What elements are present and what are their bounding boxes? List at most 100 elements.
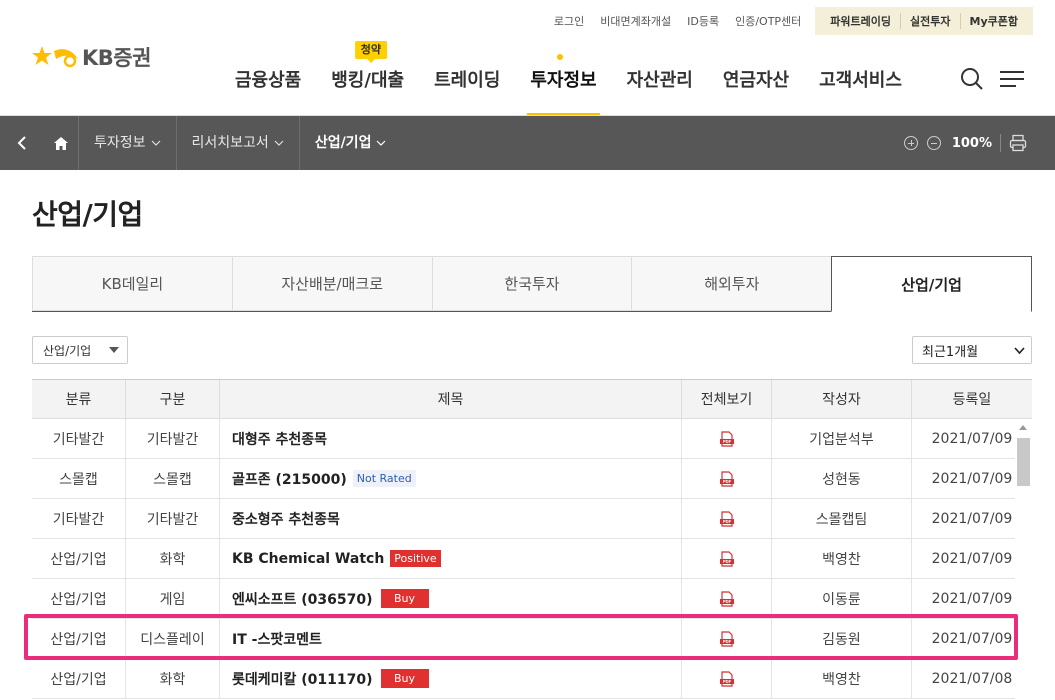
cell-date: 2021/07/09 — [931, 510, 1013, 527]
utility-box: 파워트레이딩 실전투자 My쿠폰함 — [815, 7, 1033, 35]
cell-title[interactable]: 대형주 추천종목 — [220, 419, 682, 458]
chevron-left-icon — [17, 136, 26, 150]
cell-title[interactable]: 롯데케미칼 (011170) Buy — [220, 659, 682, 698]
rating-badge: Buy — [380, 669, 429, 688]
report-title-link[interactable]: 골프존 (215000) — [232, 469, 347, 489]
report-title-link[interactable]: 롯데케미칼 (011170) — [232, 669, 373, 689]
nav-item-trading[interactable]: 트레이딩 — [419, 60, 515, 116]
nav-label: 연금자산 — [722, 70, 790, 91]
menu-icon[interactable] — [999, 66, 1025, 92]
nav-label: 고객서비스 — [819, 70, 902, 91]
cell-category: 스몰캡 — [32, 459, 126, 498]
rating-badge: Buy — [380, 589, 429, 608]
scrollbar-thumb[interactable] — [1017, 438, 1030, 486]
table-row[interactable]: 스몰캡 스몰캡 골프존 (215000) Not Rated PDF 성현동 2… — [32, 459, 1032, 499]
chevron-down-icon — [1014, 347, 1025, 355]
report-title-link[interactable]: 엔씨소프트 (036570) — [232, 589, 373, 609]
page-title: 산업/기업 — [32, 198, 143, 231]
zoom-in-icon[interactable] — [903, 136, 918, 150]
kb-logo[interactable]: KB증권 — [32, 42, 151, 72]
power-trading-link[interactable]: 파워트레이딩 — [821, 13, 902, 29]
scroll-up-icon[interactable] — [1019, 425, 1027, 430]
open-account-link[interactable]: 비대면계좌개설 — [600, 13, 671, 29]
tab-korea-investment[interactable]: 한국투자 — [431, 256, 632, 311]
table-scrollbar[interactable] — [1015, 420, 1032, 700]
nav-item-banking[interactable]: 청약 뱅킹/대출 — [316, 41, 419, 116]
cell-category: 산업/기업 — [32, 619, 126, 658]
pdf-icon[interactable]: PDF — [719, 430, 735, 447]
chevron-down-icon — [151, 140, 160, 146]
cell-pdf: PDF — [682, 459, 772, 498]
cell-date: 2021/07/08 — [931, 670, 1013, 687]
chevron-down-icon — [377, 140, 386, 146]
header-author: 작성자 — [772, 380, 912, 418]
breadcrumb-industry-company[interactable]: 산업/기업 — [300, 116, 402, 170]
table-row[interactable]: 산업/기업 디스플레이 IT -스팟코멘트 PDF 김동원 2021/07/09 — [32, 619, 1032, 659]
cell-title[interactable]: 엔씨소프트 (036570) Buy — [220, 579, 682, 618]
cell-subcategory: 화학 — [126, 659, 220, 698]
nav-label: 투자정보 — [530, 70, 597, 91]
nav-item-pension[interactable]: 연금자산 — [708, 60, 804, 116]
search-icon[interactable] — [959, 66, 985, 92]
logo-text: KB증권 — [82, 46, 151, 70]
cell-title[interactable]: 중소형주 추천종목 — [220, 499, 682, 538]
cell-title[interactable]: 골프존 (215000) Not Rated — [220, 459, 682, 498]
table-body: 기타발간 기타발간 대형주 추천종목 PDF 기업분석부 2021/07/09 … — [32, 419, 1032, 699]
nav-item-customer-service[interactable]: 고객서비스 — [804, 60, 917, 116]
cell-subcategory: 디스플레이 — [126, 619, 220, 658]
pdf-icon[interactable]: PDF — [719, 670, 735, 687]
breadcrumb-bar: 투자정보 리서치보고서 산업/기업 100% — [0, 116, 1055, 170]
back-button[interactable] — [0, 116, 44, 170]
pdf-icon[interactable]: PDF — [719, 550, 735, 567]
print-icon[interactable] — [1009, 134, 1027, 152]
breadcrumb-label: 산업/기업 — [314, 135, 372, 151]
home-button[interactable] — [44, 116, 78, 170]
cell-author: 기업분석부 — [772, 419, 912, 458]
cell-author: 백영찬 — [772, 659, 912, 698]
cell-title[interactable]: KB Chemical Watch Positive — [220, 539, 682, 578]
cell-title[interactable]: IT -스팟코멘트 — [220, 619, 682, 658]
pdf-icon[interactable]: PDF — [719, 630, 735, 647]
cell-category: 산업/기업 — [32, 659, 126, 698]
zoom-level: 100% — [951, 135, 992, 151]
nav-label: 자산관리 — [626, 70, 693, 91]
cell-author: 스몰캡팀 — [772, 499, 912, 538]
table-row[interactable]: 기타발간 기타발간 대형주 추천종목 PDF 기업분석부 2021/07/09 — [32, 419, 1032, 459]
breadcrumb-investment-info[interactable]: 투자정보 — [79, 116, 176, 170]
cell-date: 2021/07/09 — [931, 550, 1013, 567]
tab-kb-daily[interactable]: KB데일리 — [32, 256, 232, 311]
table-row[interactable]: 산업/기업 게임 엔씨소프트 (036570) Buy PDF 이동륜 2021… — [32, 579, 1032, 619]
breadcrumb-label: 리서치보고서 — [191, 135, 269, 151]
nav-item-products[interactable]: 금융상품 — [220, 60, 316, 116]
id-register-link[interactable]: ID등록 — [687, 13, 719, 29]
nav-item-investment-info[interactable]: 투자정보 — [515, 54, 611, 116]
tab-asset-allocation-macro[interactable]: 자산배분/매크로 — [231, 256, 432, 311]
zoom-out-icon[interactable] — [926, 136, 941, 150]
cert-otp-link[interactable]: 인증/OTP센터 — [735, 13, 801, 29]
breadcrumb-research-reports[interactable]: 리서치보고서 — [177, 116, 299, 170]
table-row[interactable]: 산업/기업 화학 KB Chemical Watch Positive PDF … — [32, 539, 1032, 579]
category-select[interactable]: 산업/기업 — [32, 336, 128, 364]
report-title-link[interactable]: 중소형주 추천종목 — [232, 509, 340, 529]
report-title-link[interactable]: 대형주 추천종목 — [232, 429, 327, 449]
category-select-value: 산업/기업 — [43, 343, 92, 358]
real-trading-link[interactable]: 실전투자 — [901, 13, 961, 29]
cell-date: 2021/07/09 — [931, 430, 1013, 447]
table-row[interactable]: 산업/기업 화학 롯데케미칼 (011170) Buy PDF 백영찬 2021… — [32, 659, 1032, 699]
my-coupon-link[interactable]: My쿠폰함 — [961, 13, 1027, 29]
report-title-link[interactable]: IT -스팟코멘트 — [232, 629, 322, 649]
pdf-icon[interactable]: PDF — [719, 470, 735, 487]
tab-overseas-investment[interactable]: 해외투자 — [631, 256, 832, 311]
cell-date: 2021/07/09 — [931, 590, 1013, 607]
table-row[interactable]: 기타발간 기타발간 중소형주 추천종목 PDF 스몰캡팀 2021/07/09 — [32, 499, 1032, 539]
login-link[interactable]: 로그인 — [554, 13, 584, 29]
period-select[interactable]: 최근1개월 — [912, 336, 1032, 364]
cell-subcategory: 게임 — [126, 579, 220, 618]
pdf-icon[interactable]: PDF — [719, 590, 735, 607]
cell-author: 이동륜 — [772, 579, 912, 618]
nav-item-asset-mgmt[interactable]: 자산관리 — [612, 60, 708, 116]
tab-industry-company[interactable]: 산업/기업 — [831, 256, 1032, 312]
period-select-value: 최근1개월 — [922, 344, 979, 360]
report-title-link[interactable]: KB Chemical Watch — [232, 551, 384, 567]
pdf-icon[interactable]: PDF — [719, 510, 735, 527]
